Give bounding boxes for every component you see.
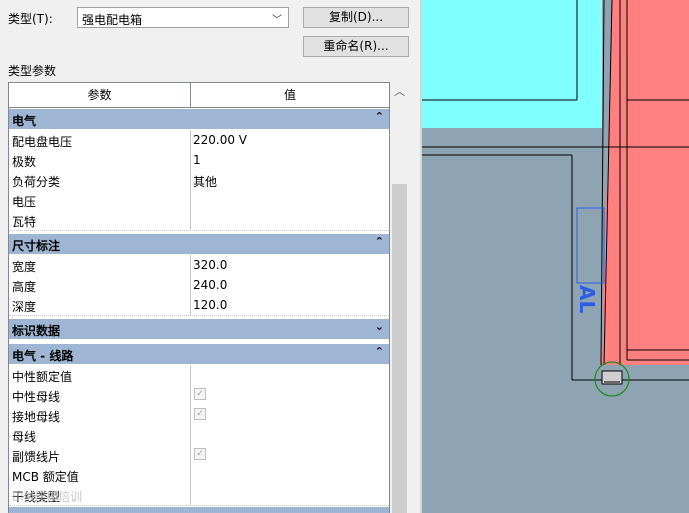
- table-row[interactable]: 负荷分类 其他: [9, 170, 389, 191]
- param-name: 配电盘电压: [12, 135, 73, 149]
- group-title: 电气 - 线路: [12, 349, 74, 363]
- param-column-header[interactable]: 参数: [9, 83, 191, 107]
- next-group-partial: [9, 507, 389, 513]
- watermark: BIM建模培训: [12, 490, 83, 504]
- table-row[interactable]: 高度 240.0: [9, 275, 389, 296]
- table-row[interactable]: 深度 120.0: [9, 295, 389, 316]
- duplicate-button[interactable]: 复制(D)...: [303, 7, 409, 28]
- red-zone: [602, 0, 689, 365]
- table-row[interactable]: 配电盘电压 220.00 V: [9, 130, 389, 151]
- chevron-down-icon: ﹀: [272, 15, 282, 26]
- vertical-scrollbar[interactable]: ︿: [391, 82, 408, 513]
- param-value[interactable]: 1: [193, 153, 383, 167]
- group-electrical-circuits[interactable]: 电气 - 线路 ⌃: [9, 344, 389, 365]
- table-row[interactable]: 宽度 320.0: [9, 255, 389, 276]
- param-name: 副馈线片: [12, 450, 61, 464]
- cyan-room: [422, 0, 602, 128]
- rename-button[interactable]: 重命名(R)...: [303, 36, 409, 57]
- param-name: 宽度: [12, 260, 37, 274]
- type-label: 类型(T):: [8, 12, 53, 26]
- param-value[interactable]: 其他: [193, 173, 383, 190]
- value-column-header[interactable]: 值: [191, 83, 389, 107]
- type-select[interactable]: 强电配电箱 ﹀: [77, 7, 289, 28]
- group-dimensions[interactable]: 尺寸标注 ⌃: [9, 234, 389, 255]
- checkbox[interactable]: ✓: [194, 388, 206, 400]
- table-row[interactable]: 中性母线 ✓: [9, 385, 389, 406]
- checkbox[interactable]: ✓: [194, 408, 206, 420]
- param-name: MCB 额定值: [12, 470, 79, 484]
- param-name: 电压: [12, 195, 37, 209]
- checkbox[interactable]: ✓: [194, 448, 206, 460]
- expand-icon[interactable]: ⌄: [375, 320, 384, 333]
- param-value[interactable]: 320.0: [193, 258, 383, 272]
- param-name: 接地母线: [12, 410, 61, 424]
- table-row[interactable]: 中性额定值: [9, 365, 389, 386]
- table-row[interactable]: 极数 1: [9, 150, 389, 171]
- table-row[interactable]: 母线: [9, 425, 389, 446]
- param-value[interactable]: 240.0: [193, 278, 383, 292]
- param-name: 深度: [12, 300, 37, 314]
- scroll-up-icon[interactable]: ︿: [391, 82, 408, 102]
- collapse-icon[interactable]: ⌃: [375, 110, 384, 123]
- table-row[interactable]: 瓦特: [9, 210, 389, 231]
- collapse-icon[interactable]: ⌃: [375, 235, 384, 248]
- param-name: 瓦特: [12, 215, 37, 229]
- grid-header: 参数 值: [9, 83, 389, 108]
- type-select-value: 强电配电箱: [82, 13, 143, 27]
- collapse-icon[interactable]: ⌃: [375, 345, 384, 358]
- param-value[interactable]: 120.0: [193, 298, 383, 312]
- table-row[interactable]: MCB 额定值: [9, 465, 389, 486]
- group-title: 标识数据: [12, 324, 61, 338]
- group-electrical[interactable]: 电气 ⌃: [9, 109, 389, 130]
- param-name: 高度: [12, 280, 37, 294]
- scrollbar-thumb[interactable]: [392, 184, 407, 513]
- type-parameters-heading: 类型参数: [8, 64, 57, 78]
- param-value[interactable]: 220.00 V: [193, 133, 383, 147]
- table-row[interactable]: 接地母线 ✓: [9, 405, 389, 426]
- group-title: 尺寸标注: [12, 239, 61, 253]
- param-name: 母线: [12, 430, 37, 444]
- drawing-view[interactable]: AL: [422, 0, 689, 513]
- param-name: 中性母线: [12, 390, 61, 404]
- group-title: 电气: [12, 114, 37, 128]
- parameter-grid: 参数 值 电气 ⌃ 配电盘电压 220.00 V 极数 1 负荷分类 其他 电压…: [8, 82, 390, 513]
- param-name: 负荷分类: [12, 175, 61, 189]
- table-row[interactable]: 电压: [9, 190, 389, 211]
- table-row[interactable]: 副馈线片 ✓: [9, 445, 389, 466]
- param-name: 中性额定值: [12, 370, 73, 384]
- type-properties-dialog: 类型(T): 强电配电箱 ﹀ 复制(D)... 重命名(R)... 类型参数 参…: [0, 0, 420, 513]
- param-name: 极数: [12, 155, 37, 169]
- group-identity-data[interactable]: 标识数据 ⌄: [9, 319, 389, 340]
- floor-plan-canvas[interactable]: AL: [422, 0, 689, 513]
- panel-tag: AL: [575, 285, 599, 313]
